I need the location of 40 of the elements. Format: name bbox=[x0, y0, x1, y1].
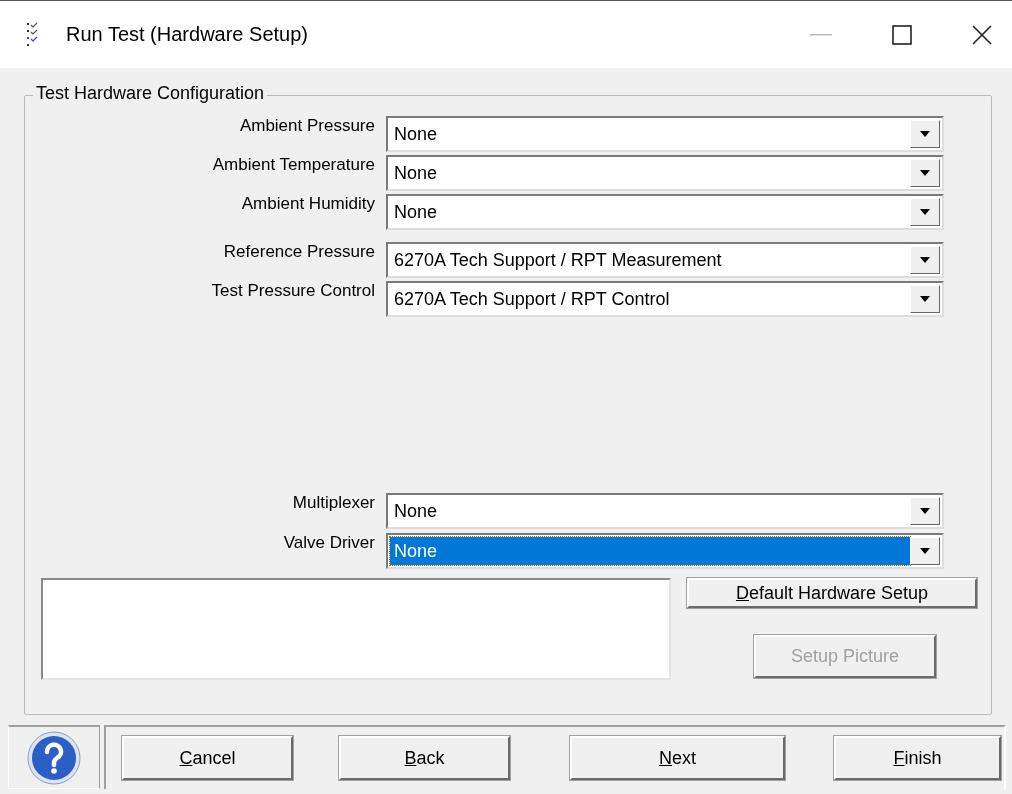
maximize-icon[interactable] bbox=[892, 24, 912, 45]
dropdown[interactable]: None bbox=[386, 116, 944, 152]
dropdown[interactable]: None bbox=[386, 194, 944, 230]
text-area[interactable] bbox=[41, 578, 671, 680]
caret-icon bbox=[920, 209, 930, 215]
nav-button[interactable]: Back bbox=[339, 736, 510, 780]
field-label: Multiplexer bbox=[291, 493, 376, 513]
dropdown-button[interactable] bbox=[910, 497, 940, 525]
caret-icon bbox=[920, 508, 930, 514]
dropdown-button[interactable] bbox=[910, 120, 940, 148]
caret-icon bbox=[920, 131, 930, 137]
field-label: Test Pressure Control bbox=[210, 281, 376, 301]
close-icon[interactable] bbox=[972, 24, 992, 45]
dropdown-button[interactable] bbox=[910, 285, 940, 313]
field-label: Ambient Pressure bbox=[238, 116, 376, 136]
dropdown-button[interactable] bbox=[910, 537, 940, 565]
nav-button[interactable]: Finish bbox=[834, 736, 1001, 780]
help-icon[interactable] bbox=[26, 729, 82, 786]
field-label: Valve Driver bbox=[282, 533, 376, 553]
dropdown[interactable]: None bbox=[386, 493, 944, 529]
field-label: Ambient Humidity bbox=[240, 194, 376, 214]
caret-icon bbox=[920, 548, 930, 554]
field-label: Reference Pressure bbox=[222, 242, 376, 262]
window-title: Run Test (Hardware Setup) bbox=[66, 23, 308, 46]
dropdown-button[interactable] bbox=[910, 159, 940, 187]
checklist-icon bbox=[26, 21, 40, 48]
dropdown-button[interactable] bbox=[910, 198, 940, 226]
caret-icon bbox=[920, 257, 930, 263]
nav-button[interactable]: Cancel bbox=[122, 736, 293, 780]
caret-icon bbox=[920, 170, 930, 176]
group-title: Test Hardware Configuration bbox=[33, 83, 268, 104]
field-label: Ambient Temperature bbox=[211, 155, 376, 175]
caret-icon bbox=[920, 296, 930, 302]
dropdown[interactable]: 6270A Tech Support / RPT Measurement bbox=[386, 242, 944, 278]
dropdown-button[interactable] bbox=[910, 246, 940, 274]
default-setup-button[interactable]: Default Hardware Setup bbox=[687, 578, 977, 608]
dropdown[interactable]: None bbox=[386, 533, 944, 569]
nav-button[interactable]: Next bbox=[570, 736, 785, 780]
dropdown[interactable]: 6270A Tech Support / RPT Control bbox=[386, 281, 944, 317]
dropdown[interactable]: None bbox=[386, 155, 944, 191]
